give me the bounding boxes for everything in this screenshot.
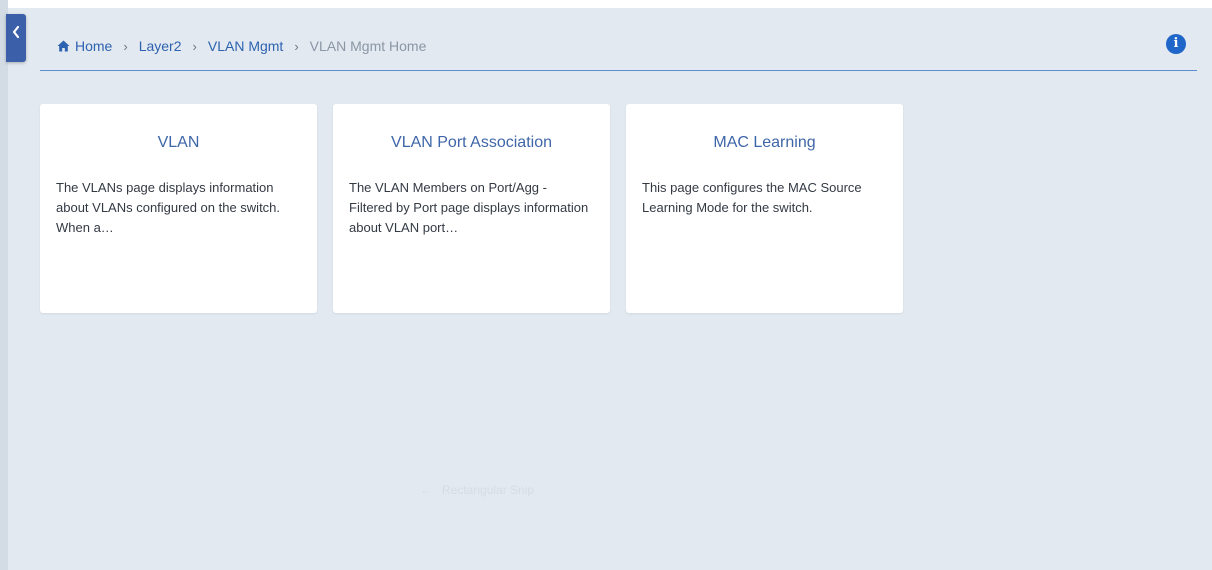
page: Home › Layer2 › VLAN Mgmt › VLAN Mgmt Ho… (0, 0, 1212, 570)
breadcrumb-vlan-mgmt[interactable]: VLAN Mgmt (208, 38, 283, 54)
header-divider (40, 70, 1197, 71)
card-title[interactable]: VLAN (40, 134, 317, 152)
chevron-left-icon (12, 25, 20, 39)
card-description: The VLAN Members on Port/Agg - Filtered … (349, 180, 589, 235)
sidebar-collapse-button[interactable] (6, 14, 26, 62)
card-vlan[interactable]: VLAN The VLANs page displays information… (40, 104, 317, 313)
arrow-left-icon: ← (420, 483, 432, 497)
breadcrumb-separator: › (192, 38, 197, 54)
breadcrumb-separator: › (123, 38, 128, 54)
breadcrumb: Home › Layer2 › VLAN Mgmt › VLAN Mgmt Ho… (57, 36, 426, 56)
breadcrumb-home[interactable]: Home (75, 38, 112, 54)
card-vlan-port-association[interactable]: VLAN Port Association The VLAN Members o… (333, 104, 610, 313)
info-icon-glyph: i (1173, 36, 1179, 51)
card-description: This page configures the MAC Source Lear… (642, 180, 862, 215)
info-icon[interactable]: i (1166, 34, 1186, 54)
home-icon[interactable] (57, 40, 70, 52)
snip-hint: ← Rectangular Snip (420, 483, 534, 497)
breadcrumb-separator: › (294, 38, 299, 54)
snip-hint-label: Rectangular Snip (442, 483, 535, 497)
card-mac-learning[interactable]: MAC Learning This page configures the MA… (626, 104, 903, 313)
card-description: The VLANs page displays information abou… (56, 180, 281, 235)
card-title[interactable]: MAC Learning (626, 134, 903, 152)
breadcrumb-layer2[interactable]: Layer2 (139, 38, 182, 54)
breadcrumb-current: VLAN Mgmt Home (309, 38, 427, 54)
top-edge (0, 0, 1212, 8)
card-title[interactable]: VLAN Port Association (333, 134, 610, 152)
left-edge (0, 0, 8, 570)
